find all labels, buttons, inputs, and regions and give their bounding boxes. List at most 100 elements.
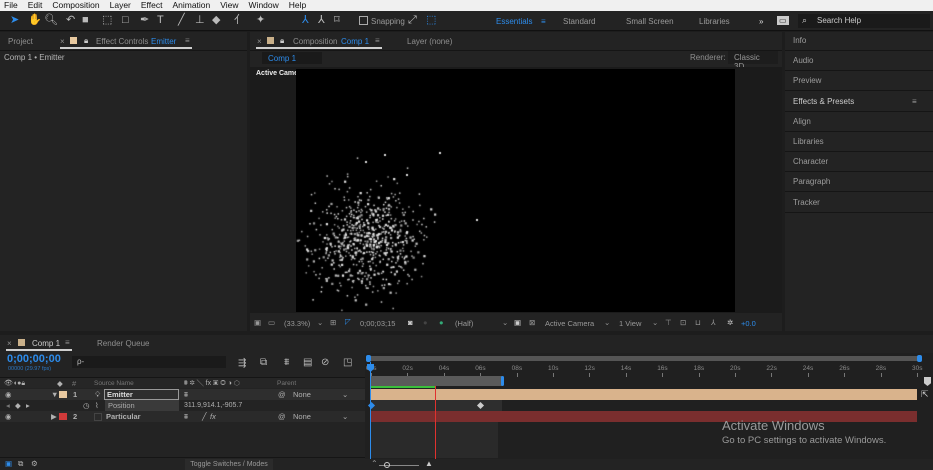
panel-menu-icon[interactable]: ≡ [185,36,190,45]
always-preview-icon[interactable]: ▣ [254,318,261,327]
pick-whip-icon[interactable]: @ [278,389,286,400]
zoom-out-icon[interactable]: ⌃ [371,459,378,468]
stopwatch-icon[interactable]: ◷ [83,400,90,411]
view-layout-dropdown[interactable]: 1 View [619,319,641,328]
in-out-icon[interactable]: ⚙ [31,458,38,469]
view-axis-icon[interactable]: ⌑ [334,14,340,27]
source-name-header[interactable]: Source Name [94,378,134,389]
shy-switch-icon[interactable]: ⩩ [184,411,188,422]
roto-brush-tool-icon[interactable]: ⺅ [234,14,245,27]
pen-tool-icon[interactable]: ✒ [140,14,149,27]
resolution-dropdown[interactable]: (Half) [455,319,473,328]
layer-bar-emitter[interactable] [371,389,917,400]
local-axis-icon[interactable]: ⅄ [302,14,309,27]
layer-name[interactable]: Emitter [104,389,179,400]
hand-tool-icon[interactable]: ✋ [28,14,42,27]
resolution-grid-icon[interactable]: ⊞ [330,318,336,327]
motion-blur-icon[interactable]: ⊘ [321,357,329,368]
panel-paragraph[interactable]: Paragraph [793,177,830,186]
rotate-tool-icon[interactable]: ↶ [66,14,75,27]
shy-layers-icon[interactable]: ⩩ [284,357,289,368]
panel-info[interactable]: Info [793,36,806,45]
menu-help[interactable]: Help [289,0,306,11]
menu-window[interactable]: Window [249,0,279,11]
workspace-libraries[interactable]: Libraries [699,17,730,26]
tab-render-queue[interactable]: Render Queue [97,339,149,348]
toggle-pixel-aspect-icon[interactable]: ⊤ [665,318,672,327]
panel-menu-icon[interactable]: ≡ [375,36,380,45]
close-tab-icon[interactable]: × [7,339,12,348]
panel-menu-icon[interactable]: ≡ [65,338,70,347]
expand-triangle-icon[interactable]: ▶ [51,411,57,422]
tab-composition[interactable]: Composition [293,37,337,46]
layer-label-color[interactable] [59,391,67,398]
selection-tool-icon[interactable]: ➤ [10,14,19,27]
layer-row-emitter[interactable]: ◉ ▼ 1 💡︎ Emitter ⩩ @ None ⌄ [0,389,365,400]
snap-options-icon[interactable]: ⤢ [408,14,417,27]
graph-icon[interactable]: ⌇ [95,400,99,411]
layer-label-color[interactable] [59,413,67,420]
shy-switch-icon[interactable]: ⩩ [184,389,188,400]
workspace-standard[interactable]: Standard [563,17,595,26]
pick-whip-icon[interactable]: @ [278,411,286,422]
channels-icon[interactable]: ● [439,318,444,327]
work-area-end-handle[interactable] [501,376,505,386]
sync-settings-icon[interactable]: ▭ [777,16,789,25]
menu-animation[interactable]: Animation [172,0,210,11]
exposure-reset-icon[interactable]: ✲ [727,318,733,327]
renderer-dropdown[interactable]: Classic 3D [728,51,778,71]
current-time-indicator[interactable] [370,362,371,470]
panel-audio[interactable]: Audio [793,56,813,65]
add-keyframe-icon[interactable]: ◆ [15,400,21,411]
world-axis-icon[interactable]: ⅄ [318,14,325,27]
visibility-eye-icon[interactable]: ◉ [5,411,12,422]
flowchart-icon[interactable]: ⅄ [711,318,716,327]
current-time-display[interactable]: 0;00;03;15 [360,319,395,328]
close-tab-icon[interactable]: × [257,37,262,46]
menu-edit[interactable]: Edit [28,0,43,11]
comp-viewer[interactable]: Active Camera [250,67,782,313]
close-tab-icon[interactable]: × [60,37,65,46]
parent-dropdown[interactable]: None [293,389,311,400]
zoom-slider-handle[interactable] [384,462,390,468]
zoom-tool-icon[interactable]: 🔍︎ [44,14,58,27]
menu-file[interactable]: File [4,0,18,11]
parent-header[interactable]: Parent [277,378,296,389]
frame-blending-icon[interactable]: ▤ [303,357,312,368]
snapping-checkbox[interactable] [359,16,368,25]
mask-visibility-icon[interactable]: ◸ [345,317,351,326]
navigator-end-handle[interactable] [917,355,922,362]
panel-tracker[interactable]: Tracker [793,198,820,207]
menu-layer[interactable]: Layer [110,0,131,11]
collapse-triangle-icon[interactable]: ▼ [51,389,58,400]
panel-character[interactable]: Character [793,157,828,166]
position-value[interactable]: 311.9,914.1,-905.7 [184,400,242,411]
fast-previews-icon[interactable]: ⊡ [680,318,686,327]
toggle-switches-modes-button[interactable]: Toggle Switches / Modes [185,459,273,470]
work-area-bar[interactable] [371,376,503,386]
tab-comp-timeline[interactable]: Comp 1 [32,339,60,348]
rectangle-tool-icon[interactable]: □ [122,14,129,27]
tab-project[interactable]: Project [8,37,33,46]
panel-effects-presets[interactable]: Effects & Presets [793,97,854,106]
more-workspaces-button[interactable]: » [759,17,763,26]
brush-tool-icon[interactable]: ╱ [178,14,185,27]
visibility-eye-icon[interactable]: ◉ [5,389,12,400]
clone-stamp-tool-icon[interactable]: ⊥ [195,14,205,27]
region-of-interest-icon[interactable]: ▣ [514,318,521,327]
prev-keyframe-icon[interactable]: ◂ [6,400,10,411]
search-help-input[interactable]: ⌕ Search Help [798,14,930,28]
timeline-icon[interactable]: ⊔ [695,318,701,327]
quality-switch-icon[interactable]: ╱ [202,411,207,422]
panel-menu-icon[interactable]: ≡ [912,97,917,106]
menu-composition[interactable]: Composition [52,0,99,11]
text-tool-icon[interactable]: T [157,14,164,27]
exposure-value[interactable]: +0.0 [741,319,756,328]
snapshot-icon[interactable]: ◙ [408,318,413,327]
transfer-controls-icon[interactable]: ⧉ [18,458,23,469]
next-keyframe-icon[interactable]: ▸ [26,400,30,411]
eraser-tool-icon[interactable]: ◆ [212,14,220,27]
layer-switches-icon[interactable]: ▣ [5,458,12,469]
tab-effect-controls[interactable]: Effect Controls [96,37,148,46]
navigator-start-handle[interactable] [366,355,371,362]
